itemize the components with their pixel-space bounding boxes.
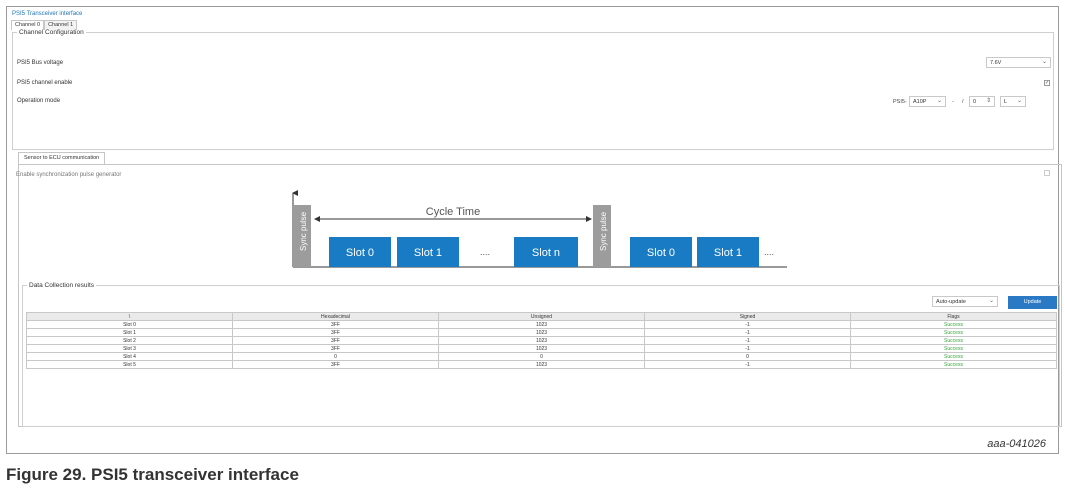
unsigned-cell: 1023 — [438, 360, 645, 369]
table-row[interactable]: Slot 3 3FF 1023 -1 Success — [26, 344, 1057, 353]
unsigned-cell: 1023 — [438, 344, 645, 353]
unsigned-cell: 0 — [438, 352, 645, 361]
app-title: PSI5 Transceiver interface — [12, 11, 83, 17]
table-row[interactable]: Slot 0 3FF 1023 -1 Success — [26, 320, 1057, 329]
flag-cell: Success — [850, 328, 1057, 337]
table-row[interactable]: Slot 4 0 0 0 Success — [26, 352, 1057, 361]
stepper-arrows-icon: ⇕ — [985, 98, 991, 104]
bus-voltage-select[interactable]: 7.6V ⌄ — [986, 57, 1051, 68]
enable-sync-label: Enable synchronization pulse generator — [16, 172, 122, 178]
cycle-time-label: Cycle Time — [426, 206, 480, 218]
flag-cell: Success — [850, 360, 1057, 369]
operation-mode-value: A10P — [913, 99, 927, 105]
slot-label: Slot n — [532, 247, 560, 259]
slot-cell: Slot 3 — [26, 344, 233, 353]
chevron-down-icon: ⌄ — [988, 298, 994, 304]
column-header[interactable]: Unsigned — [438, 312, 645, 321]
sync-pulse-label: Sync pulse — [599, 211, 608, 251]
psi5-prefix: PSI5- — [893, 99, 907, 105]
unsigned-cell: 1023 — [438, 336, 645, 345]
chevron-down-icon: ⌄ — [936, 98, 942, 104]
column-header[interactable]: Flags — [850, 312, 1057, 321]
enable-sync-checkbox[interactable] — [1044, 170, 1050, 176]
flag-cell: Success — [850, 344, 1057, 353]
hex-cell: 3FF — [232, 328, 439, 337]
signed-cell: -1 — [644, 344, 851, 353]
figure-caption: Figure 29. PSI5 transceiver interface — [6, 465, 299, 484]
update-button[interactable]: Update — [1008, 296, 1057, 309]
table-header-row: \ Hexadecimal Unsigned Signed Flags — [26, 312, 1057, 321]
flag-cell: Success — [850, 320, 1057, 329]
auto-update-value: Auto-update — [936, 299, 966, 305]
channel-enable-checkbox[interactable]: ✓ — [1044, 80, 1050, 86]
auto-update-select[interactable]: Auto-update ⌄ — [932, 296, 998, 307]
timing-diagram: Cycle Time Sync pulse Slot 0 Slot 1 ....… — [287, 189, 797, 279]
hex-cell: 3FF — [232, 360, 439, 369]
slot-cell: Slot 5 — [26, 360, 233, 369]
slot-label: Slot 0 — [647, 247, 675, 259]
mode-separator-dash: - — [952, 99, 954, 105]
operation-mode-select[interactable]: A10P ⌄ — [909, 96, 946, 107]
unsigned-cell: 1023 — [438, 328, 645, 337]
flag-cell: Success — [850, 336, 1057, 345]
slot-ellipsis: .... — [480, 247, 490, 257]
unsigned-cell: 1023 — [438, 320, 645, 329]
bus-voltage-label: PSI5 Bus voltage — [17, 60, 64, 66]
flag-cell: Success — [850, 352, 1057, 361]
table-row[interactable]: Slot 2 3FF 1023 -1 Success — [26, 336, 1057, 345]
column-header[interactable]: Hexadecimal — [232, 312, 439, 321]
column-header[interactable]: \ — [26, 312, 233, 321]
mode-stepper-value: 0 — [973, 99, 977, 105]
chevron-down-icon: ⌄ — [1041, 59, 1047, 65]
mode-separator-slash: / — [962, 99, 964, 105]
channel-configuration-legend: Channel Configuration — [19, 29, 84, 36]
tab-sensor-to-ecu[interactable]: Sensor to ECU communication — [18, 152, 106, 164]
column-header[interactable]: Signed — [644, 312, 851, 321]
table-row[interactable]: Slot 1 3FF 1023 -1 Success — [26, 328, 1057, 337]
data-collection-legend: Data Collection results — [29, 282, 95, 289]
results-table: \ Hexadecimal Unsigned Signed Flags Slot… — [26, 312, 1057, 369]
slot-ellipsis: .... — [764, 247, 774, 257]
mode-suffix-select[interactable]: L ⌄ — [1000, 96, 1026, 107]
hex-cell: 3FF — [232, 336, 439, 345]
app-window: PSI5 Transceiver interface Channel 0 Cha… — [6, 6, 1062, 454]
signed-cell: -1 — [644, 336, 851, 345]
signed-cell: -1 — [644, 320, 851, 329]
hex-cell: 3FF — [232, 320, 439, 329]
sync-pulse-label: Sync pulse — [299, 211, 308, 251]
slot-label: Slot 1 — [414, 247, 442, 259]
slot-label: Slot 1 — [714, 247, 742, 259]
slot-cell: Slot 0 — [26, 320, 233, 329]
operation-mode-label: Operation mode — [17, 98, 61, 104]
slot-cell: Slot 4 — [26, 352, 233, 361]
signed-cell: -1 — [644, 360, 851, 369]
mode-suffix-value: L — [1004, 99, 1008, 105]
signed-cell: -1 — [644, 328, 851, 337]
slot-cell: Slot 1 — [26, 328, 233, 337]
table-row[interactable]: Slot 5 3FF 1023 -1 Success — [26, 360, 1057, 369]
signed-cell: 0 — [644, 352, 851, 361]
hex-cell: 3FF — [232, 344, 439, 353]
hex-cell: 0 — [232, 352, 439, 361]
slot-label: Slot 0 — [346, 247, 374, 259]
channel-configuration-group: Channel Configuration — [12, 29, 1054, 150]
bus-voltage-value: 7.6V — [990, 60, 1002, 66]
channel-enable-label: PSI5 channel enable — [17, 80, 73, 86]
timing-diagram-svg: Cycle Time Sync pulse Slot 0 Slot 1 ....… — [292, 190, 787, 268]
slot-cell: Slot 2 — [26, 336, 233, 345]
chevron-down-icon: ⌄ — [1016, 98, 1022, 104]
mode-stepper[interactable]: 0 ⇕ — [969, 96, 995, 107]
figure-reference: aaa-041026 — [987, 438, 1046, 450]
